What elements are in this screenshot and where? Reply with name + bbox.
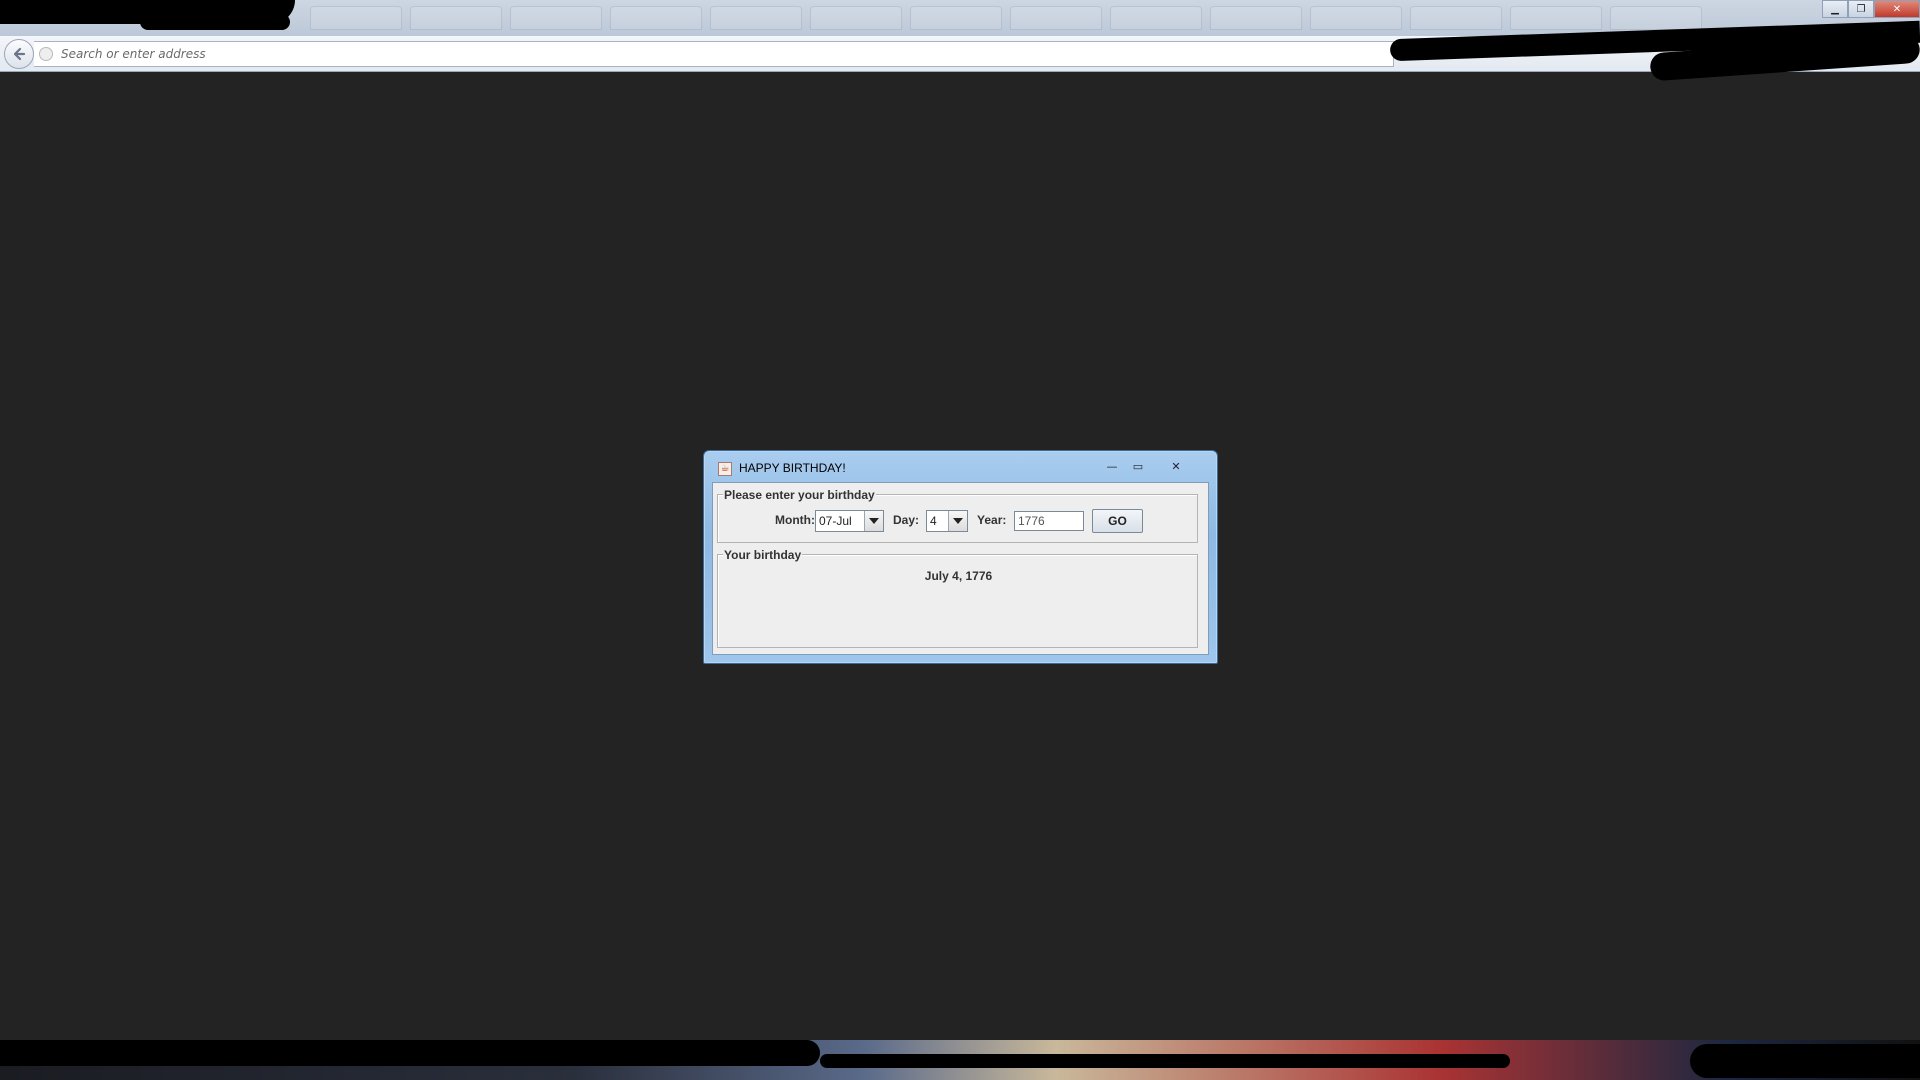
dialog-maximize-button[interactable]: ▭ [1126,458,1150,474]
java-cup-icon: ☕ [718,462,732,476]
browser-tab[interactable] [1310,6,1402,30]
minimize-window-button[interactable]: ▁ [1822,0,1848,18]
browser-window-controls: ▁ ❐ ✕ [1822,0,1920,18]
dialog-close-button[interactable]: ✕ [1154,458,1198,474]
address-placeholder: Search or enter address [61,47,206,61]
maximize-window-button[interactable]: ❐ [1848,0,1874,18]
browser-tab[interactable] [1410,6,1502,30]
browser-tab[interactable] [1010,6,1102,30]
close-window-button[interactable]: ✕ [1874,0,1920,18]
taskbar [0,1040,1920,1080]
chevron-down-icon[interactable] [948,511,967,531]
dialog-content: Please enter your birthday Month: 07-Jul… [712,482,1209,655]
browser-nav-bar: Search or enter address [0,20,1920,82]
browser-tab[interactable] [910,6,1002,30]
back-arrow-icon [13,47,26,61]
month-label: Month: [775,513,815,527]
birthday-result: July 4, 1776 [924,569,993,583]
browser-tab[interactable] [410,6,502,30]
browser-tab[interactable] [1210,6,1302,30]
birthday-input-group: Please enter your birthday Month: 07-Jul… [717,488,1198,543]
year-input[interactable] [1014,511,1084,531]
redaction-mark [140,14,290,30]
dialog-title: HAPPY BIRTHDAY! [739,461,846,475]
browser-tab[interactable] [710,6,802,30]
day-value: 4 [930,514,937,528]
back-button[interactable] [4,39,34,69]
browser-tab[interactable] [1510,6,1602,30]
globe-icon [39,47,53,61]
birthday-result-group: Your birthday July 4, 1776 [717,548,1198,648]
month-select[interactable]: 07-Jul [815,510,884,532]
group-legend: Please enter your birthday [723,488,876,502]
redaction-mark [1690,1044,1920,1078]
redaction-mark [820,1054,1510,1068]
screen: ▁ ❐ ✕ Search or enter address ☕ HAPPY BI… [0,0,1920,1080]
day-select[interactable]: 4 [926,510,968,532]
month-value: 07-Jul [819,514,852,528]
browser-tab[interactable] [810,6,902,30]
browser-tab[interactable] [1110,6,1202,30]
go-button[interactable]: GO [1092,509,1143,533]
group-legend: Your birthday [723,548,803,562]
day-label: Day: [893,513,920,527]
birthday-dialog: ☕ HAPPY BIRTHDAY! — ▭ ✕ Please enter you… [703,450,1218,664]
browser-tab[interactable] [1610,6,1702,30]
chevron-down-icon[interactable] [864,511,883,531]
browser-tab[interactable] [510,6,602,30]
browser-tab[interactable] [310,6,402,30]
redaction-mark [0,1040,820,1066]
dialog-minimize-button[interactable]: — [1100,458,1124,474]
year-label: Year: [977,513,1007,527]
browser-tab[interactable] [610,6,702,30]
address-bar[interactable]: Search or enter address [34,41,1394,67]
